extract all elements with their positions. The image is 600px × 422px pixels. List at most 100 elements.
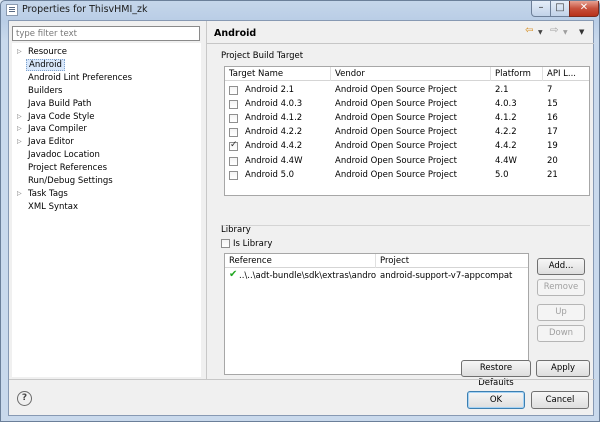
target-api: 21 xyxy=(547,169,558,180)
add-library-button[interactable]: Add... xyxy=(537,258,585,275)
is-library-label: Is Library xyxy=(233,239,273,249)
target-name: Android 4.2.2 xyxy=(245,127,303,138)
ok-button[interactable]: OK xyxy=(467,391,525,409)
library-reference: ..\..\adt-bundle\sdk\extras\androi... xyxy=(239,271,376,281)
nav-item[interactable]: Android Lint Preferences xyxy=(12,72,201,84)
dialog-client-area: ▷ResourceAndroidAndroid Lint Preferences… xyxy=(8,20,595,416)
build-target-row[interactable]: Android 4.0.3 Android Open Source Project… xyxy=(225,97,589,111)
target-checkbox[interactable] xyxy=(229,100,238,110)
move-up-button[interactable]: Up xyxy=(537,304,585,321)
nav-item[interactable]: ▷ Java Compiler xyxy=(12,123,201,135)
nav-item-label: Android xyxy=(26,58,65,71)
nav-item[interactable]: Java Build Path xyxy=(12,98,201,110)
filter-input[interactable] xyxy=(12,26,200,41)
expand-arrow-icon[interactable]: ▷ xyxy=(17,46,25,58)
title-divider xyxy=(207,43,594,44)
expand-arrow-icon[interactable]: ▷ xyxy=(17,188,25,200)
nav-item[interactable]: Run/Debug Settings xyxy=(12,175,201,187)
build-target-row[interactable]: Android 2.1 Android Open Source Project 2.… xyxy=(225,83,589,97)
minimize-button[interactable]: – xyxy=(531,1,551,17)
property-page-tree[interactable]: ▷ Resource Android Android Lint Preferences… xyxy=(12,43,201,377)
target-name: Android 4.1.2 xyxy=(245,113,303,124)
restore-defaults-button[interactable]: Restore Defaults xyxy=(461,360,531,388)
target-api: 15 xyxy=(547,99,558,110)
button-bar-divider xyxy=(9,379,595,380)
nav-item-label: Java Code Style xyxy=(28,111,95,122)
target-name: Android 4.4.2 xyxy=(245,141,303,152)
nav-item[interactable]: ▷ Java Code Style xyxy=(12,111,201,123)
column-reference[interactable]: Reference xyxy=(225,254,376,268)
forward-history-dropdown-icon[interactable]: ▼ xyxy=(563,29,568,36)
build-target-row[interactable]: Android 4.1.2 Android Open Source Project… xyxy=(225,111,589,125)
remove-library-button[interactable]: Remove xyxy=(537,279,585,296)
expand-arrow-icon[interactable]: ▷ xyxy=(17,136,25,148)
target-name: Android 4.0.3 xyxy=(245,99,303,110)
target-checkbox[interactable] xyxy=(229,86,238,95)
nav-item[interactable]: Javadoc Location xyxy=(12,149,201,161)
target-vendor: Android Open Source Project xyxy=(335,85,457,95)
view-menu-icon[interactable]: ▼ xyxy=(579,28,584,36)
target-api: 7 xyxy=(547,85,553,95)
library-table[interactable]: Reference Project ✔ ..\..\adt-bundle\sdk… xyxy=(224,253,529,375)
expand-arrow-icon[interactable]: ▷ xyxy=(17,123,25,135)
build-target-row[interactable]: Android 4.2.2 Android Open Source Project… xyxy=(225,125,589,139)
target-vendor: Android Open Source Project xyxy=(335,155,457,166)
column-project[interactable]: Project xyxy=(376,254,528,268)
target-checkbox[interactable] xyxy=(229,128,238,138)
target-api: 17 xyxy=(547,127,558,138)
target-name: Android 2.1 xyxy=(245,85,295,95)
nav-item[interactable]: Android xyxy=(12,58,201,71)
target-api: 20 xyxy=(547,155,558,166)
apply-button[interactable]: Apply xyxy=(536,360,590,377)
column-target-name[interactable]: Target Name xyxy=(225,67,331,81)
nav-item[interactable]: XML Syntax xyxy=(12,201,201,213)
build-target-table-header: Target Name Vendor Platform API L... xyxy=(225,67,589,81)
column-api-level[interactable]: API L... xyxy=(543,67,589,81)
nav-item-label: XML Syntax xyxy=(28,201,78,212)
close-button[interactable]: ✕ xyxy=(569,1,599,17)
property-page: Android ⇦ ▼ ⇨ ▼ ▼ Project Build Target T… xyxy=(206,21,594,379)
target-vendor: Android Open Source Project xyxy=(335,99,457,110)
build-target-row[interactable]: Android 5.0 Android Open Source Project 5.… xyxy=(225,168,589,182)
target-platform: 4.1.2 xyxy=(495,113,517,124)
nav-item-label: Resource xyxy=(28,47,67,57)
target-platform: 4.0.3 xyxy=(495,99,517,110)
nav-item-label: Java Build Path xyxy=(28,98,92,109)
cancel-button[interactable]: Cancel xyxy=(531,391,589,409)
column-vendor[interactable]: Vendor xyxy=(331,67,491,81)
nav-item[interactable]: ▷ Resource xyxy=(12,46,201,58)
expand-arrow-icon[interactable]: ▷ xyxy=(17,111,25,123)
back-history-dropdown-icon[interactable]: ▼ xyxy=(538,29,543,36)
target-vendor: Android Open Source Project xyxy=(335,127,457,138)
target-checkbox[interactable] xyxy=(229,140,238,152)
forward-arrow-icon[interactable]: ⇨ xyxy=(550,25,558,36)
help-icon[interactable]: ? xyxy=(17,391,32,406)
nav-item[interactable]: ▷ Task Tags xyxy=(12,188,201,200)
nav-item[interactable]: Builders xyxy=(12,85,201,97)
library-row[interactable]: ✔ ..\..\adt-bundle\sdk\extras\androi... … xyxy=(225,269,528,283)
back-arrow-icon[interactable]: ⇦ xyxy=(525,25,533,36)
target-checkbox[interactable] xyxy=(229,170,238,180)
page-title: Android xyxy=(214,28,257,39)
nav-item-label: Java Editor xyxy=(28,137,74,148)
nav-item[interactable]: ▷ Java Editor xyxy=(12,136,201,148)
nav-item-label: Task Tags xyxy=(28,188,68,199)
build-target-table[interactable]: Target Name Vendor Platform API L... And… xyxy=(224,66,590,196)
target-name: Android 4.4W xyxy=(245,155,303,166)
target-platform: 2.1 xyxy=(495,85,509,95)
build-target-row[interactable]: Android 4.4W Android Open Source Project 4… xyxy=(225,154,589,168)
maximize-button[interactable]: □ xyxy=(550,1,570,17)
nav-item[interactable]: Project References xyxy=(12,162,201,174)
nav-item-label: Run/Debug Settings xyxy=(28,176,113,186)
is-library-checkbox[interactable] xyxy=(221,239,230,248)
window-title: Properties for ThisvHMI_zk xyxy=(22,4,148,15)
window-icon xyxy=(6,4,18,16)
column-platform[interactable]: Platform xyxy=(491,67,543,81)
title-bar[interactable]: Properties for ThisvHMI_zk – □ ✕ xyxy=(1,1,599,19)
build-target-row[interactable]: Android 4.4.2 Android Open Source Project… xyxy=(225,139,589,153)
target-checkbox[interactable] xyxy=(229,114,238,124)
nav-item-label: Android Lint Preferences xyxy=(28,72,133,83)
move-down-button[interactable]: Down xyxy=(537,325,585,342)
properties-window: Properties for ThisvHMI_zk – □ ✕ ▷Resour… xyxy=(0,0,600,422)
target-checkbox[interactable] xyxy=(229,156,238,166)
